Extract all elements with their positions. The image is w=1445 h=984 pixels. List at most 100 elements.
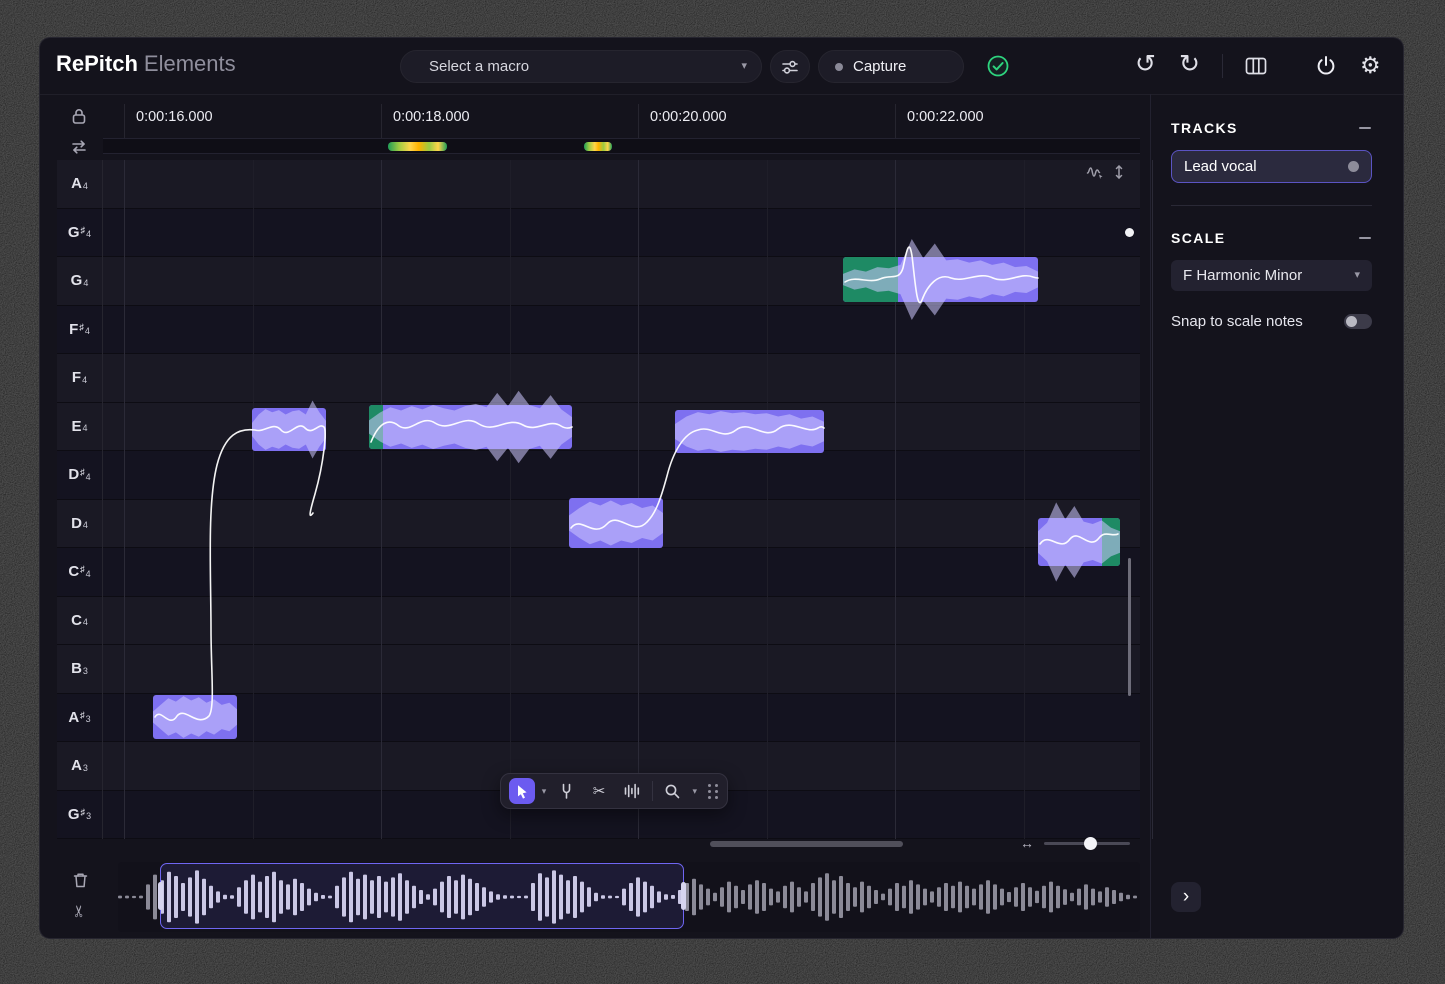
sidebar-expand-button[interactable]: › [1171, 882, 1201, 912]
overview-waveform-strip[interactable] [118, 862, 1140, 932]
curve-display-button[interactable] [1086, 164, 1104, 180]
lock-icon [69, 106, 89, 126]
overview-waveform-bar [1049, 882, 1053, 913]
overview-waveform-bar [930, 891, 934, 902]
magnifier-icon [664, 783, 681, 800]
overview-waveform-bar [909, 880, 913, 914]
scale-section-title: SCALE [1171, 230, 1225, 246]
capture-ready-indicator[interactable] [986, 54, 1010, 78]
macro-settings-button[interactable] [770, 50, 810, 83]
piano-key-label: C♯4 [57, 548, 102, 597]
pointer-icon [514, 783, 530, 800]
overview-waveform-bar [895, 883, 899, 911]
overview-waveform-bar [762, 883, 766, 911]
brand-edition: Elements [144, 51, 236, 76]
zoom-slider-track[interactable] [1044, 842, 1130, 845]
overview-waveform-bar [853, 887, 857, 907]
capture-label: Capture [853, 58, 906, 75]
piano-key-label: E4 [57, 403, 102, 452]
lock-button[interactable] [69, 106, 89, 126]
note-green-segment [1102, 518, 1120, 566]
delete-button[interactable] [72, 871, 89, 889]
tuning-marker-strip [103, 138, 1140, 154]
undo-icon: ↺ [1135, 50, 1156, 78]
loop-button[interactable] [69, 138, 89, 156]
timeline-label: 0:00:16.000 [136, 109, 213, 125]
timeline-tick [895, 104, 896, 138]
trash-icon [72, 871, 89, 889]
vertical-scroll-handle[interactable] [1125, 228, 1134, 237]
horizontal-scrollbar[interactable] [710, 841, 903, 847]
overview-waveform-bar [1028, 887, 1032, 907]
undo-button[interactable]: ↺ [1135, 53, 1156, 75]
overview-waveform-bar [1084, 884, 1088, 909]
piano-key-label: F♯4 [57, 306, 102, 355]
toolbar-drag-handle[interactable] [708, 784, 719, 799]
overview-waveform-bar [741, 890, 745, 904]
chevron-down-icon: ▾ [1354, 270, 1360, 281]
selection-right-handle[interactable] [681, 882, 686, 910]
pointer-tool-button[interactable] [509, 778, 535, 804]
chevron-right-icon: › [1183, 886, 1189, 908]
cut-tool-button[interactable]: ✂ [586, 778, 612, 804]
timeline-tick [381, 104, 382, 138]
curve-display-icon [1086, 164, 1104, 180]
split-button[interactable]: ✂ [73, 904, 89, 917]
vertical-zoom-button[interactable] [1112, 164, 1126, 180]
overview-waveform-bar [839, 876, 843, 918]
overview-waveform-bar [1133, 896, 1137, 899]
layout-panels-button[interactable] [1244, 55, 1268, 77]
redo-button[interactable]: ↻ [1179, 53, 1200, 75]
overview-waveform-bar [1021, 883, 1025, 911]
tuning-fork-icon [559, 782, 574, 800]
overview-waveform-bar [1105, 887, 1109, 907]
piano-key-label: G♯4 [57, 209, 102, 258]
zoom-slider-knob[interactable] [1084, 837, 1097, 850]
overview-waveform-bar [874, 890, 878, 904]
overview-waveform-bar [713, 893, 717, 901]
power-icon [1314, 54, 1338, 78]
overview-waveform-bar [951, 886, 955, 908]
overview-waveform-bar [993, 884, 997, 909]
zoom-tool-chevron[interactable]: ▾ [693, 786, 698, 797]
timeline-tick [124, 104, 125, 138]
overview-waveform-bar [139, 896, 143, 899]
note-waveform [675, 380, 824, 483]
pitch-grid[interactable] [103, 160, 1140, 839]
snap-to-scale-toggle[interactable] [1344, 314, 1372, 329]
overview-waveform-bar [958, 882, 962, 913]
overview-waveform-bar [860, 882, 864, 913]
timeline-label: 0:00:20.000 [650, 109, 727, 125]
loop-icon [69, 138, 89, 156]
waveform-tool-button[interactable] [619, 778, 645, 804]
pitch-pen-tool-button[interactable] [553, 778, 579, 804]
settings-button[interactable]: ⚙ [1360, 52, 1381, 78]
overview-waveform-bar [944, 883, 948, 911]
overview-selection[interactable] [160, 863, 684, 929]
overview-waveform-bar [797, 887, 801, 907]
capture-button[interactable]: Capture [818, 50, 964, 83]
timeline-tick [638, 104, 639, 138]
track-monitor-dot[interactable] [1348, 161, 1359, 172]
track-item-lead-vocal[interactable]: Lead vocal [1171, 150, 1372, 183]
overview-tools: ✂ [72, 871, 89, 919]
note-blob[interactable] [675, 410, 824, 453]
tracks-collapse-button[interactable] [1358, 121, 1372, 135]
overview-waveform-bar [888, 889, 892, 906]
macro-select[interactable]: Select a macro ▾ [400, 50, 762, 83]
note-blob[interactable] [1038, 518, 1120, 566]
note-blob[interactable] [569, 498, 663, 548]
overview-waveform-bar [818, 877, 822, 916]
zoom-tool-button[interactable] [660, 778, 686, 804]
timeline-ruler[interactable]: 0:00:16.0000:00:18.0000:00:20.0000:00:22… [103, 98, 1140, 138]
selection-left-handle[interactable] [158, 882, 163, 910]
vertical-scrollbar[interactable] [1128, 558, 1131, 696]
macro-select-value: Select a macro [429, 58, 741, 75]
horizontal-zoom-control: ↔ [1020, 835, 1130, 851]
bypass-power-button[interactable] [1314, 54, 1338, 78]
overview-waveform-bar [153, 875, 157, 920]
scale-select[interactable]: F Harmonic Minor ▾ [1171, 260, 1372, 291]
pointer-tool-chevron[interactable]: ▾ [542, 786, 547, 797]
scale-collapse-button[interactable] [1358, 231, 1372, 245]
piano-key-label: B3 [57, 645, 102, 694]
